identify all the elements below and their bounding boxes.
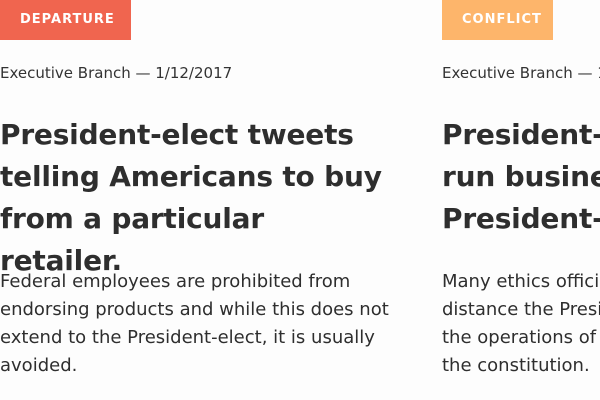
carousel-track: DEPARTURE Executive Branch — 1/12/2017 P… — [0, 0, 600, 400]
summary-line: the constitution. — [442, 355, 590, 376]
story-carousel: DEPARTURE Executive Branch — 1/12/2017 P… — [0, 0, 600, 400]
story-card-departure[interactable]: DEPARTURE Executive Branch — 1/12/2017 P… — [0, 0, 400, 400]
story-headline[interactable]: President-e run busines President-e — [442, 114, 600, 240]
story-summary: Federal employees are prohibited from en… — [0, 271, 389, 376]
summary-line: distance the Presi — [442, 299, 600, 320]
story-meta: Executive Branch — 1/12/2017 — [0, 64, 233, 82]
story-meta: Executive Branch — 1 — [442, 64, 600, 82]
story-headline[interactable]: President-elect tweets telling Americans… — [0, 114, 395, 282]
story-card-conflict[interactable]: CONFLICT Executive Branch — 1 President-… — [442, 0, 600, 400]
headline-line: President-e — [442, 202, 600, 235]
headline-line: President-e — [442, 118, 600, 151]
story-summary: Many ethics offici distance the Presi th… — [442, 268, 600, 380]
headline-line: run busines — [442, 160, 600, 193]
category-badge: DEPARTURE — [0, 0, 131, 40]
category-badge: CONFLICT — [442, 0, 553, 40]
summary-line: the operations of — [442, 327, 597, 348]
summary-line: Many ethics offici — [442, 271, 600, 292]
